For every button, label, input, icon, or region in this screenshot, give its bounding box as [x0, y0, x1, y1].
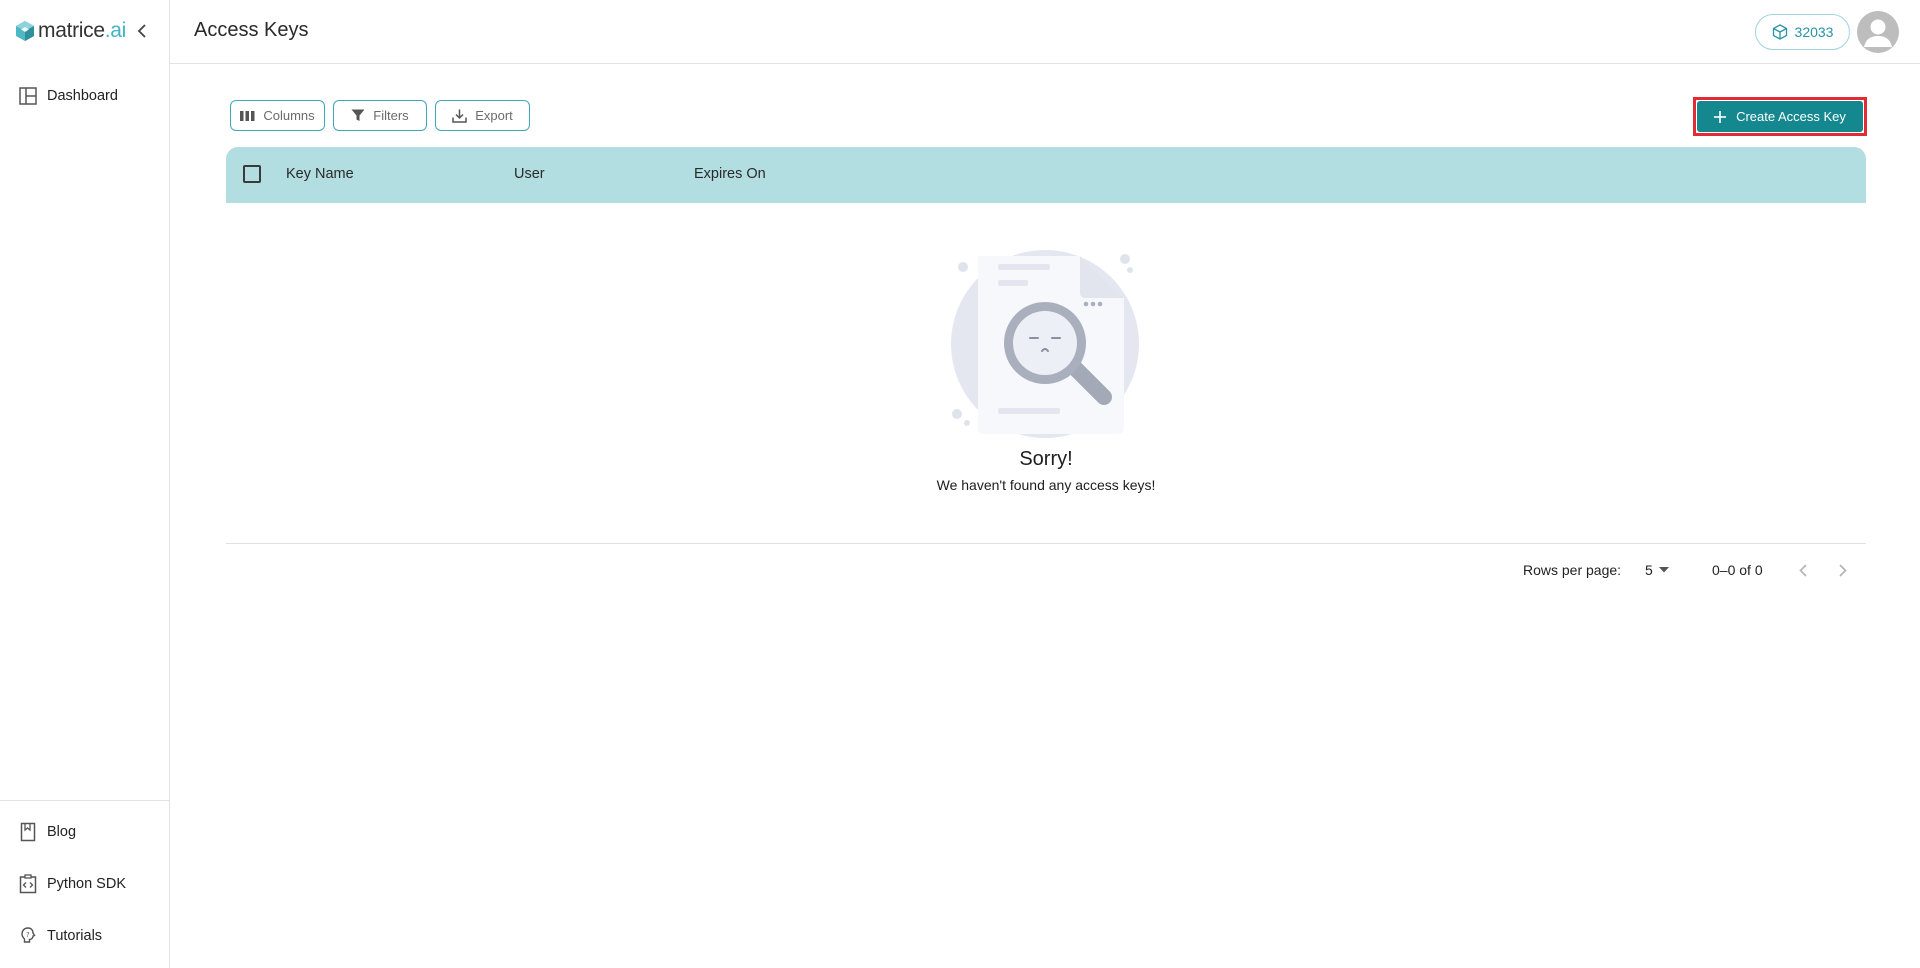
- avatar[interactable]: [1857, 11, 1899, 53]
- filters-button[interactable]: Filters: [333, 100, 427, 131]
- chevron-right-icon: [1839, 563, 1847, 577]
- rows-per-page-value: 5: [1645, 562, 1653, 578]
- plus-icon: [1714, 110, 1727, 123]
- columns-icon: [240, 110, 255, 121]
- user-icon: [1864, 19, 1892, 47]
- top-header: Access Keys 32033: [170, 0, 1920, 64]
- sidebar: matrice.ai Dashboard Blog Python SDK ? T…: [0, 0, 170, 968]
- chevron-left-icon: [137, 24, 146, 38]
- select-all-checkbox[interactable]: [243, 165, 261, 183]
- export-button[interactable]: Export: [435, 100, 530, 131]
- cube-logo-icon: [14, 19, 36, 43]
- sidebar-item-label: Tutorials: [47, 928, 103, 944]
- credits-value: 32033: [1794, 24, 1834, 40]
- cube-icon: [1772, 24, 1787, 40]
- sidebar-item-label: Blog: [47, 824, 77, 840]
- sidebar-item-label: Python SDK: [47, 876, 126, 892]
- table-footer-divider: [226, 543, 1866, 544]
- create-access-key-button[interactable]: Create Access Key: [1697, 101, 1863, 132]
- svg-text:?: ?: [26, 931, 30, 939]
- filter-icon: [351, 109, 365, 121]
- column-header-expires-on[interactable]: Expires On: [694, 166, 766, 182]
- collapse-sidebar-button[interactable]: [134, 20, 150, 42]
- sidebar-divider: [0, 800, 169, 801]
- column-header-key-name[interactable]: Key Name: [286, 166, 354, 182]
- brand-logo[interactable]: matrice.ai: [14, 18, 126, 44]
- pagination-range: 0–0 of 0: [1712, 562, 1763, 578]
- export-label: Export: [475, 108, 513, 123]
- sidebar-item-tutorials[interactable]: ? Tutorials: [18, 924, 102, 948]
- credits-badge[interactable]: 32033: [1755, 14, 1850, 50]
- chevron-left-icon: [1799, 563, 1807, 577]
- brand-name-main: matrice: [38, 19, 105, 42]
- sidebar-item-blog[interactable]: Blog: [18, 820, 76, 844]
- brand-name-suffix: .ai: [104, 19, 127, 42]
- rows-per-page-select[interactable]: 5: [1645, 560, 1669, 580]
- empty-state-title: Sorry!: [1019, 448, 1073, 470]
- no-results-illustration: [951, 250, 1139, 438]
- caret-down-icon: [1658, 567, 1669, 573]
- bulb-icon: ?: [18, 926, 38, 946]
- empty-state-message: We haven't found any access keys!: [936, 477, 1156, 493]
- book-icon: [18, 822, 38, 842]
- sidebar-item-label: Dashboard: [47, 88, 118, 104]
- table-header-row: Key Name User Expires On: [226, 147, 1866, 203]
- page-title: Access Keys: [194, 19, 309, 41]
- sidebar-item-python-sdk[interactable]: Python SDK: [18, 872, 126, 896]
- columns-button[interactable]: Columns: [230, 100, 325, 131]
- dashboard-icon: [18, 86, 38, 106]
- rows-per-page-label: Rows per page:: [1523, 562, 1622, 578]
- create-access-key-label: Create Access Key: [1736, 109, 1846, 124]
- app-root: matrice.ai Dashboard Blog Python SDK ? T…: [0, 0, 1920, 968]
- filters-label: Filters: [373, 108, 409, 123]
- column-header-user[interactable]: User: [514, 166, 545, 182]
- brand-name: matrice.ai: [38, 19, 126, 43]
- next-page-button[interactable]: [1830, 557, 1856, 583]
- previous-page-button[interactable]: [1790, 557, 1816, 583]
- sidebar-item-dashboard[interactable]: Dashboard: [18, 84, 118, 108]
- download-icon: [452, 109, 467, 123]
- columns-label: Columns: [263, 108, 315, 123]
- code-icon: [18, 874, 38, 894]
